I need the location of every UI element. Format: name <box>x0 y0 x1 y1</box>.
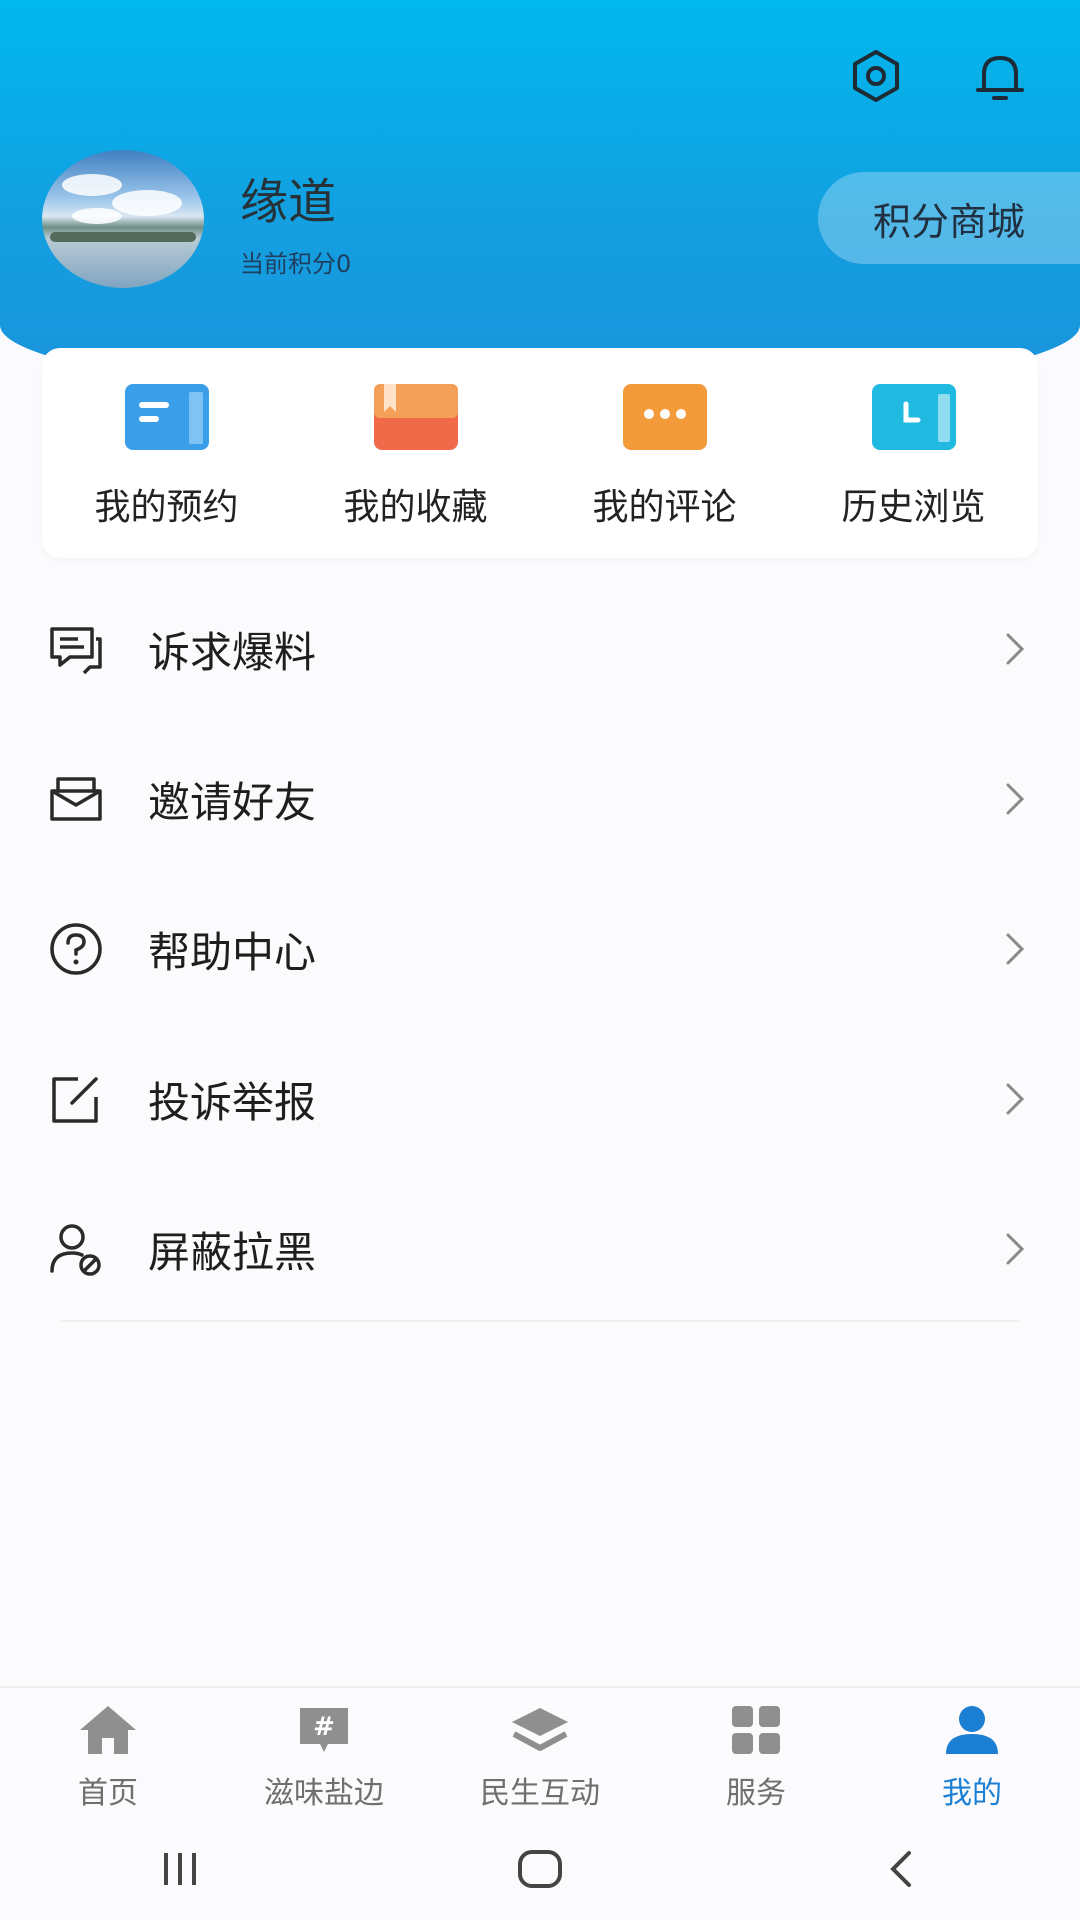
help-circle-icon <box>46 919 106 979</box>
home-icon <box>76 1702 140 1758</box>
tab-label: 民生互动 <box>480 1776 600 1811</box>
quick-action-label: 历史浏览 <box>841 487 986 528</box>
quick-action-favorites[interactable]: 我的收藏 <box>316 384 516 530</box>
layers-icon <box>508 1702 572 1758</box>
system-nav-bar <box>0 1818 1080 1920</box>
menu-item-label: 屏蔽拉黑 <box>148 1227 317 1277</box>
settings-menu: 诉求爆料 邀请好友 帮助中心 投诉举报 屏蔽拉黑 <box>0 574 1080 1324</box>
user-icon <box>940 1702 1004 1758</box>
chevron-right-icon <box>1006 933 1025 965</box>
menu-item-invite[interactable]: 邀请好友 <box>0 724 1080 874</box>
tab-label: 服务 <box>726 1776 786 1811</box>
quick-action-appointment[interactable]: 我的预约 <box>67 384 267 530</box>
tab-label: 我的 <box>942 1776 1002 1811</box>
menu-item-label: 帮助中心 <box>148 927 317 977</box>
quick-action-label: 我的收藏 <box>343 487 488 528</box>
clock-card-icon <box>871 384 956 450</box>
header-actions <box>844 44 1032 108</box>
tab-livelihood[interactable]: 民生互动 <box>432 1688 648 1818</box>
tab-label: 首页 <box>78 1776 138 1811</box>
chevron-right-icon <box>1006 1233 1025 1265</box>
comment-bubble-icon <box>622 384 707 450</box>
home-button-icon[interactable] <box>500 1839 580 1899</box>
chevron-right-icon <box>1006 1083 1025 1115</box>
menu-item-feedback[interactable]: 诉求爆料 <box>0 574 1080 724</box>
chevron-right-icon <box>1006 633 1025 665</box>
notification-bell-icon[interactable] <box>968 44 1032 108</box>
block-user-icon <box>46 1219 106 1279</box>
calendar-card-icon <box>124 384 209 450</box>
avatar[interactable] <box>42 150 204 288</box>
svg-text:#: # <box>313 1712 335 1742</box>
quick-action-label: 我的评论 <box>592 487 737 528</box>
quick-action-label: 我的预约 <box>94 487 239 528</box>
settings-hexagon-icon[interactable] <box>844 44 908 108</box>
hashtag-icon: # <box>292 1702 356 1758</box>
profile-header: 缘道 当前积分0 积分商城 <box>0 0 1080 400</box>
menu-item-help[interactable]: 帮助中心 <box>0 874 1080 1024</box>
tab-services[interactable]: 服务 <box>648 1688 864 1818</box>
divider <box>60 1320 1020 1322</box>
tab-home[interactable]: 首页 <box>0 1688 216 1818</box>
recent-apps-icon[interactable] <box>140 1839 220 1899</box>
menu-item-label: 诉求爆料 <box>148 627 317 677</box>
quick-actions-card: 我的预约 我的收藏 我的评论 历史浏览 <box>42 348 1038 558</box>
feedback-chat-icon <box>46 619 106 679</box>
chevron-right-icon <box>1006 783 1025 815</box>
points-mall-button[interactable]: 积分商城 <box>818 172 1080 264</box>
menu-item-label: 邀请好友 <box>148 777 317 827</box>
menu-item-complaint[interactable]: 投诉举报 <box>0 1024 1080 1174</box>
quick-action-history[interactable]: 历史浏览 <box>814 384 1014 530</box>
bottom-nav: 首页 # 滋味盐边 民生互动 服务 我的 <box>0 1686 1080 1818</box>
menu-item-label: 投诉举报 <box>148 1077 317 1127</box>
menu-item-block[interactable]: 屏蔽拉黑 <box>0 1174 1080 1324</box>
back-icon[interactable] <box>860 1839 940 1899</box>
edit-report-icon <box>46 1069 106 1129</box>
quick-action-comments[interactable]: 我的评论 <box>565 384 765 530</box>
tab-mine[interactable]: 我的 <box>864 1688 1080 1818</box>
points-text: 当前积分0 <box>240 250 352 278</box>
bookmark-book-icon <box>373 384 458 450</box>
invite-envelope-icon <box>46 769 106 829</box>
tab-local-flavor[interactable]: # 滋味盐边 <box>216 1688 432 1818</box>
username: 缘道 <box>240 174 337 230</box>
tab-label: 滋味盐边 <box>264 1776 384 1811</box>
grid-icon <box>724 1702 788 1758</box>
